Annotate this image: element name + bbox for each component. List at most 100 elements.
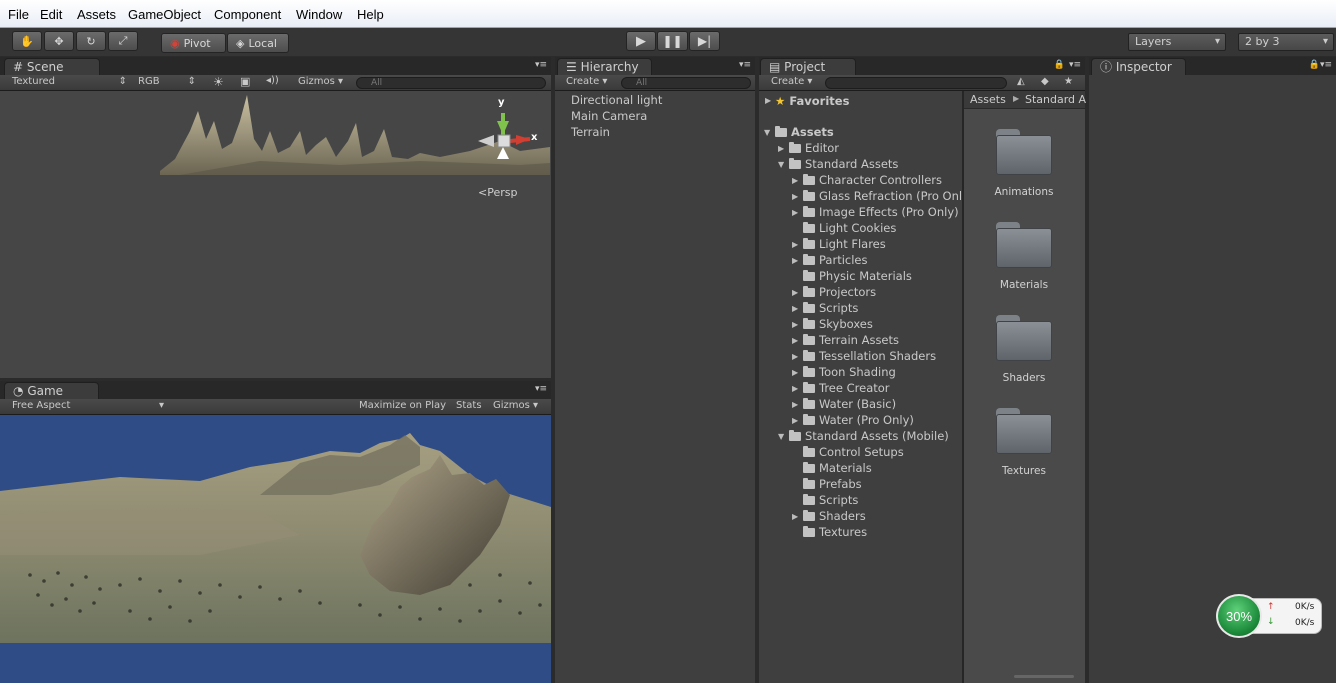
project-tree-item[interactable]: Standard Assets (Mobile): [789, 429, 949, 443]
hierarchy-create-dropdown[interactable]: Create ▾: [566, 76, 607, 87]
expand-arrow-icon[interactable]: ▶: [792, 320, 798, 329]
project-tree-item[interactable]: Water (Basic): [803, 397, 896, 411]
project-tree-item[interactable]: Image Effects (Pro Only): [803, 205, 959, 219]
expand-arrow-icon[interactable]: ▶: [792, 288, 798, 297]
project-tree-item[interactable]: Character Controllers: [803, 173, 942, 187]
stats-toggle[interactable]: Stats: [456, 400, 482, 411]
project-tree-item[interactable]: Light Cookies: [803, 221, 896, 235]
favorites-item[interactable]: ★ Favorites: [775, 94, 849, 108]
game-panel-menu-icon[interactable]: ▾≡: [535, 384, 547, 394]
project-tree-item[interactable]: Control Setups: [803, 445, 904, 459]
folder-icon[interactable]: [996, 315, 1052, 361]
zoom-slider[interactable]: [1014, 675, 1074, 678]
menu-edit[interactable]: Edit: [40, 7, 62, 22]
project-search-input[interactable]: [825, 77, 1007, 89]
tab-scene[interactable]: # Scene: [4, 58, 100, 75]
project-tree-item[interactable]: Projectors: [803, 285, 876, 299]
persp-label[interactable]: <Persp: [478, 186, 517, 199]
tab-hierarchy[interactable]: ☰ Hierarchy: [557, 58, 652, 75]
tab-game[interactable]: ◔ Game: [4, 382, 99, 399]
lighting-toggle-icon[interactable]: ☀: [213, 75, 224, 89]
project-tree-item[interactable]: Textures: [803, 525, 867, 539]
breadcrumb-assets[interactable]: Assets: [970, 93, 1006, 106]
project-tree-item[interactable]: Tessellation Shaders: [803, 349, 936, 363]
maximize-on-play-toggle[interactable]: Maximize on Play: [359, 400, 446, 411]
project-tree-item[interactable]: Scripts: [803, 301, 858, 315]
folder-icon[interactable]: [996, 129, 1052, 175]
expand-arrow-icon[interactable]: ▶: [792, 368, 798, 377]
layers-dropdown[interactable]: Layers: [1128, 33, 1226, 51]
color-mode-dropdown[interactable]: RGB ⇕: [138, 76, 196, 87]
project-tree-item[interactable]: Skyboxes: [803, 317, 873, 331]
favorites-arrow-icon[interactable]: ▶: [765, 96, 771, 105]
menu-assets[interactable]: Assets: [77, 7, 116, 22]
project-tree-item[interactable]: Physic Materials: [803, 269, 912, 283]
folder-icon[interactable]: [996, 222, 1052, 268]
assets-root-item[interactable]: Assets: [775, 125, 834, 139]
expand-arrow-icon[interactable]: ▶: [792, 400, 798, 409]
inspector-lock-icon[interactable]: 🔒▾≡: [1309, 60, 1332, 70]
hand-tool-button[interactable]: ✋: [12, 31, 42, 51]
expand-arrow-icon[interactable]: ▶: [792, 192, 798, 201]
assets-arrow-icon[interactable]: ▼: [764, 128, 770, 137]
hierarchy-search-input[interactable]: All: [621, 77, 751, 89]
hierarchy-item[interactable]: Terrain: [571, 125, 610, 139]
project-tree-item[interactable]: Particles: [803, 253, 867, 267]
project-tree-item[interactable]: Glass Refraction (Pro Onl: [803, 189, 962, 203]
expand-arrow-icon[interactable]: ▼: [778, 160, 784, 169]
folder-icon[interactable]: [996, 408, 1052, 454]
lock-icon[interactable]: 🔒: [1054, 60, 1065, 70]
project-tree-item[interactable]: Editor: [789, 141, 839, 155]
hierarchy-panel-menu-icon[interactable]: ▾≡: [739, 60, 751, 70]
expand-arrow-icon[interactable]: ▶: [792, 240, 798, 249]
expand-arrow-icon[interactable]: ▶: [792, 384, 798, 393]
audio-toggle-icon[interactable]: ◂)): [266, 75, 279, 86]
expand-arrow-icon[interactable]: ▶: [792, 352, 798, 361]
tab-project[interactable]: ▤ Project: [760, 58, 856, 75]
filter-type-icon[interactable]: ◭: [1017, 76, 1025, 87]
menu-window[interactable]: Window: [296, 7, 342, 22]
hierarchy-item[interactable]: Main Camera: [571, 109, 647, 123]
project-tree-item[interactable]: Light Flares: [803, 237, 886, 251]
rotate-tool-button[interactable]: ↻: [76, 31, 106, 51]
project-tree-item[interactable]: Tree Creator: [803, 381, 890, 395]
project-tree-item[interactable]: Prefabs: [803, 477, 862, 491]
step-button[interactable]: ▶|: [689, 31, 720, 51]
pivot-button[interactable]: ◉ Pivot: [161, 33, 226, 53]
panel-menu-icon[interactable]: ▾≡: [535, 60, 547, 70]
project-create-dropdown[interactable]: Create ▾: [771, 76, 812, 87]
play-button[interactable]: ▶: [626, 31, 656, 51]
expand-arrow-icon[interactable]: ▶: [792, 208, 798, 217]
tab-inspector[interactable]: ⓘ Inspector: [1091, 58, 1186, 75]
scene-gizmos-dropdown[interactable]: Gizmos ▾: [298, 76, 343, 87]
project-tree-item[interactable]: Water (Pro Only): [803, 413, 914, 427]
layout-dropdown[interactable]: 2 by 3: [1238, 33, 1334, 51]
save-search-icon[interactable]: ★: [1064, 76, 1073, 87]
pause-button[interactable]: ❚❚: [657, 31, 688, 51]
breadcrumb-standard[interactable]: Standard A: [1025, 93, 1086, 106]
expand-arrow-icon[interactable]: ▶: [792, 256, 798, 265]
expand-arrow-icon[interactable]: ▼: [778, 432, 784, 441]
move-tool-button[interactable]: ✥: [44, 31, 74, 51]
project-tree-item[interactable]: Terrain Assets: [803, 333, 899, 347]
menu-gameobject[interactable]: GameObject: [128, 7, 201, 22]
project-panel-menu-icon[interactable]: ▾≡: [1069, 60, 1081, 70]
menu-file[interactable]: File: [8, 7, 29, 22]
expand-arrow-icon[interactable]: ▶: [792, 416, 798, 425]
project-tree-item[interactable]: Shaders: [803, 509, 866, 523]
local-button[interactable]: ◈ Local: [227, 33, 289, 53]
game-viewport[interactable]: [0, 415, 551, 683]
menu-help[interactable]: Help: [357, 7, 384, 22]
expand-arrow-icon[interactable]: ▶: [778, 144, 784, 153]
menu-component[interactable]: Component: [214, 7, 281, 22]
project-tree-item[interactable]: Toon Shading: [803, 365, 896, 379]
expand-arrow-icon[interactable]: ▶: [792, 176, 798, 185]
scene-viewport[interactable]: y x <Persp: [0, 91, 551, 378]
hierarchy-item[interactable]: Directional light: [571, 93, 662, 107]
image-toggle-icon[interactable]: ▣: [240, 75, 250, 88]
expand-arrow-icon[interactable]: ▶: [792, 304, 798, 313]
aspect-dropdown[interactable]: Free Aspect ▾: [12, 400, 164, 411]
scene-search-input[interactable]: All: [356, 77, 546, 89]
scale-tool-button[interactable]: ⤢: [108, 31, 138, 51]
filter-label-icon[interactable]: ◆: [1041, 76, 1049, 87]
